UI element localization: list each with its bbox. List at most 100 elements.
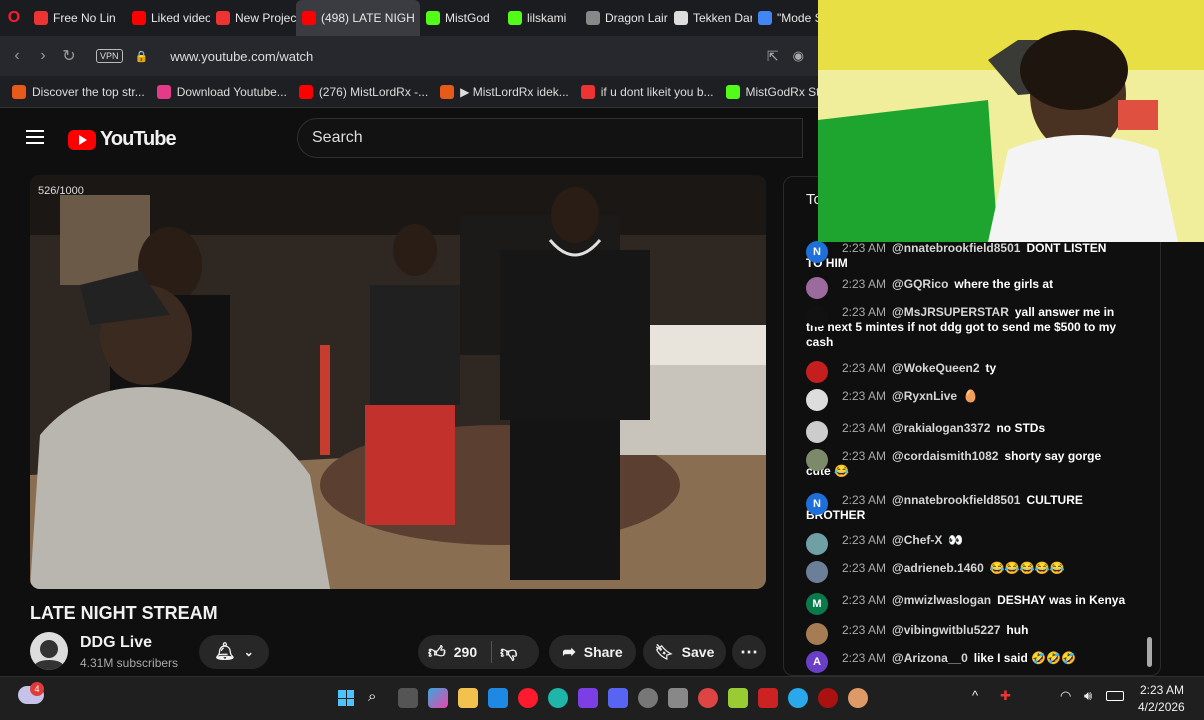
chat-avatar[interactable] [806,389,828,411]
chat-message[interactable]: N 2:23 AM @nnatebrookfield8501 DONT LISTEN … [806,241,1126,271]
battery-icon[interactable] [1106,691,1124,701]
menu-icon[interactable] [26,130,44,144]
chat-username[interactable]: @Arizona__0 [892,651,968,665]
channel-name[interactable]: DDG Live [80,634,152,652]
app-red-icon[interactable] [698,688,718,708]
edge-icon[interactable] [548,688,568,708]
youtube-logo[interactable]: YouTube [68,128,177,151]
bookmark-item[interactable]: (276) MistLordRx -... [298,84,428,99]
chat-avatar[interactable] [806,305,828,327]
app-pdf-icon[interactable] [758,688,778,708]
video-player[interactable]: 526/1000 [30,175,766,589]
browser-tab[interactable]: Liked video [126,0,210,36]
chat-username[interactable]: @cordaismith1082 [892,449,998,463]
chat-message[interactable]: 2:23 AM @MsJRSUPERSTAR yall answer me in t… [806,305,1126,350]
chat-username[interactable]: @GQRico [892,277,948,291]
search-input[interactable]: Search [297,118,803,158]
copilot-icon[interactable] [428,688,448,708]
chat-avatar[interactable]: M [806,593,828,615]
bookmark-item[interactable]: if u dont likeit you b... [580,84,714,99]
chat-username[interactable]: @MsJRSUPERSTAR [892,305,1009,319]
discord-icon[interactable] [608,688,628,708]
chat-avatar[interactable] [806,421,828,443]
chat-username[interactable]: @adrieneb.1460 [892,561,984,575]
back-icon[interactable]: ‹ [4,47,30,65]
chat-scrollbar[interactable] [1147,637,1152,667]
more-actions-button[interactable]: ⋯ [732,635,766,669]
chat-avatar[interactable] [806,623,828,645]
browser-tab[interactable]: Dragon Lair [580,0,668,36]
chat-avatar[interactable] [806,361,828,383]
browser-tab[interactable]: Free No Lin [28,0,126,36]
chat-message[interactable]: 2:23 AM @WokeQueen2 ty [806,361,1126,383]
chat-username[interactable]: @Chef-X [892,533,942,547]
opera-logo-icon[interactable]: O [0,9,28,27]
chat-username[interactable]: @nnatebrookfield8501 [892,493,1020,507]
chat-avatar[interactable] [806,449,828,471]
clock-time[interactable]: 2:23 AM [1140,683,1184,697]
forward-icon[interactable]: › [30,47,56,65]
channel-avatar[interactable] [30,632,68,670]
chat-message[interactable]: 2:23 AM @Chef-X 👀 [806,533,1126,555]
chat-message[interactable]: 2:23 AM @rakialogan3372 no STDs [806,421,1126,443]
mail-icon[interactable] [488,688,508,708]
app-purple-icon[interactable] [578,688,598,708]
subscribe-bell-button[interactable]: 🔔︎ ⌄ [199,635,269,669]
like-button[interactable]: 👍︎ 290 [428,642,477,663]
app-pink-icon[interactable] [848,688,868,708]
browser-tab[interactable]: Tekken Dar [668,0,752,36]
thumbs-down-icon[interactable]: 👎︎ [500,642,517,663]
chat-message[interactable]: 2:23 AM @RyxnLive 🥚 [806,389,1126,411]
chat-message[interactable]: 2:23 AM @adrieneb.1460 😂😂😂😂😂 [806,561,1126,583]
chat-username[interactable]: @nnatebrookfield8501 [892,241,1020,255]
app-gear-icon[interactable] [638,688,658,708]
browser-tab[interactable]: New Project [210,0,296,36]
chat-username[interactable]: @vibingwitblu5227 [892,623,1000,637]
lock-icon[interactable]: 🔒 [135,50,149,63]
chat-avatar[interactable] [806,533,828,555]
chat-message[interactable]: M 2:23 AM @mwizlwaslogan DESHAY was in Keny… [806,593,1126,615]
browser-tab[interactable]: MistGod [420,0,502,36]
chat-username[interactable]: @mwizlwaslogan [892,593,991,607]
bookmark-item[interactable]: ▶ MistLordRx idek... [440,84,569,99]
browser-tab[interactable]: (498) LATE NIGH [296,0,420,36]
camera-icon[interactable]: ◉ [793,48,804,64]
opera-taskbar-icon[interactable] [518,688,538,708]
telegram-icon[interactable] [788,688,808,708]
windows-start-icon[interactable] [338,690,354,706]
chat-message[interactable]: 2:23 AM @GQRico where the girls at [806,277,1126,299]
vpn-badge[interactable]: VPN [96,49,123,63]
chat-message[interactable]: N 2:23 AM @nnatebrookfield8501 CULTURE BROT… [806,493,1126,523]
chat-username[interactable]: @RyxnLive [892,389,957,403]
bookmark-item[interactable]: Download Youtube... [156,84,287,99]
chat-username[interactable]: @rakialogan3372 [892,421,990,435]
save-button[interactable]: 🔖︎ Save [643,635,726,669]
tray-chevron-icon[interactable]: ^ [972,688,978,703]
volume-icon[interactable]: 🔊︎ [1084,688,1092,704]
chat-avatar[interactable] [806,561,828,583]
camera-app-icon[interactable] [668,688,688,708]
tray-apps-icon[interactable]: ✚ [1000,688,1011,704]
taskbar-search-icon[interactable]: ⌕ [368,688,376,705]
file-explorer-icon[interactable] [458,688,478,708]
app-lime-icon[interactable] [728,688,748,708]
url-field[interactable]: www.youtube.com/watch [170,49,313,64]
chat-avatar[interactable]: N [806,241,828,263]
bookmark-item[interactable]: Discover the top str... [12,84,145,99]
chat-message[interactable]: 2:23 AM @vibingwitblu5227 huh [806,623,1126,645]
wifi-icon[interactable]: ◠ [1060,688,1071,704]
task-view-icon[interactable] [398,688,418,708]
chat-avatar[interactable]: N [806,493,828,515]
reload-icon[interactable]: ↻ [56,46,82,66]
chat-message[interactable]: A 2:23 AM @Arizona__0 like I said 🤣🤣🤣 [806,651,1126,673]
chat-username[interactable]: @WokeQueen2 [892,361,980,375]
chat-message[interactable]: 2:23 AM @cordaismith1082 shorty say gorge … [806,449,1126,479]
share-button[interactable]: ➦ Share [549,635,636,669]
thumbs-up-icon: 👍︎ [428,642,446,662]
clock-date[interactable]: 4/2/2026 [1138,700,1185,714]
send-icon[interactable]: ⇱ [767,48,779,65]
chat-avatar[interactable]: A [806,651,828,673]
browser-tab[interactable]: lilskami [502,0,580,36]
chat-avatar[interactable] [806,277,828,299]
opera-gx-icon[interactable] [818,688,838,708]
